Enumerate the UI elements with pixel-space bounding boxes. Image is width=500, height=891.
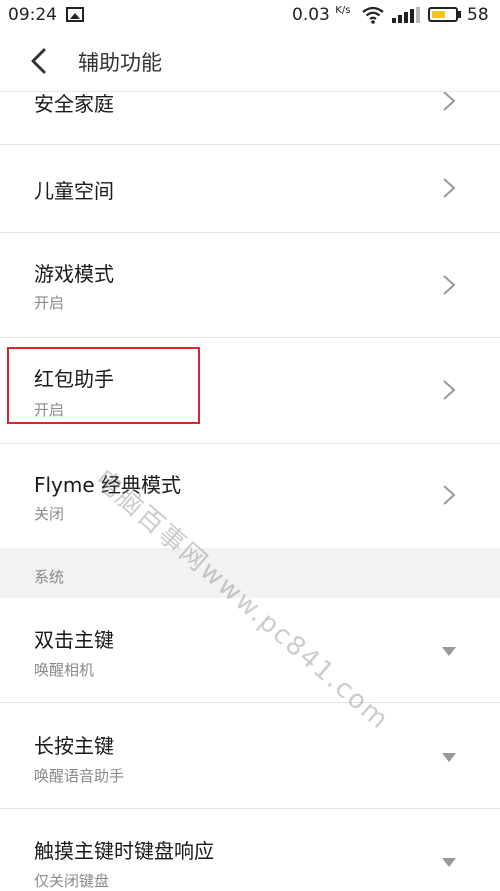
status-bar: 09:24 0.03 K/s 58: [0, 0, 500, 30]
back-arrow-icon[interactable]: [26, 46, 52, 76]
list-item-kids-space[interactable]: 儿童空间: [0, 145, 500, 233]
list-item-subtitle: 唤醒语音助手: [34, 767, 125, 785]
chevron-right-icon: [443, 178, 456, 198]
battery-icon: [428, 7, 458, 22]
list-item-subtitle: 关闭: [34, 505, 65, 523]
dropdown-arrow-icon: [442, 858, 456, 867]
section-label: 系统: [34, 568, 65, 586]
image-notification-icon: [66, 7, 84, 22]
chevron-right-icon: [443, 275, 456, 295]
battery-cap: [458, 11, 461, 18]
list-item-subtitle: 开启: [34, 294, 65, 312]
list-item-game-mode[interactable]: 游戏模式 开启: [0, 233, 500, 338]
network-speed: 0.03 K/s: [292, 5, 350, 25]
app-header: 辅助功能: [0, 30, 500, 92]
list-item-long-press-home[interactable]: 长按主键 唤醒语音助手: [0, 703, 500, 809]
network-speed-value: 0.03: [292, 5, 330, 25]
chevron-right-icon: [443, 91, 456, 111]
list-item-subtitle: 仅关闭键盘: [34, 872, 110, 890]
list-item-touch-home-keyboard[interactable]: 触摸主键时键盘响应 仅关闭键盘: [0, 809, 500, 890]
status-time: 09:24: [8, 5, 57, 25]
dropdown-arrow-icon: [442, 647, 456, 656]
list-item-flyme-classic-mode[interactable]: Flyme 经典模式 关闭: [0, 444, 500, 548]
list-item-subtitle: 唤醒相机: [34, 661, 95, 679]
chevron-right-icon: [443, 380, 456, 400]
list-item-title: 长按主键: [34, 734, 114, 758]
list-item-title: 游戏模式: [34, 262, 114, 286]
list-item-title: 双击主键: [34, 628, 114, 652]
dropdown-arrow-icon: [442, 753, 456, 762]
list-item-title: 安全家庭: [34, 92, 114, 116]
battery-percent: 58: [467, 5, 489, 25]
wifi-icon: [362, 6, 384, 24]
page-title: 辅助功能: [78, 51, 162, 75]
list-item-title: 儿童空间: [34, 179, 114, 203]
list-item-title: 触摸主键时键盘响应: [34, 839, 214, 863]
chevron-right-icon: [443, 485, 456, 505]
network-speed-unit: K/s: [335, 5, 351, 16]
battery-level-fill: [432, 11, 445, 18]
signal-icon: [392, 7, 420, 23]
highlight-box: [7, 347, 200, 424]
